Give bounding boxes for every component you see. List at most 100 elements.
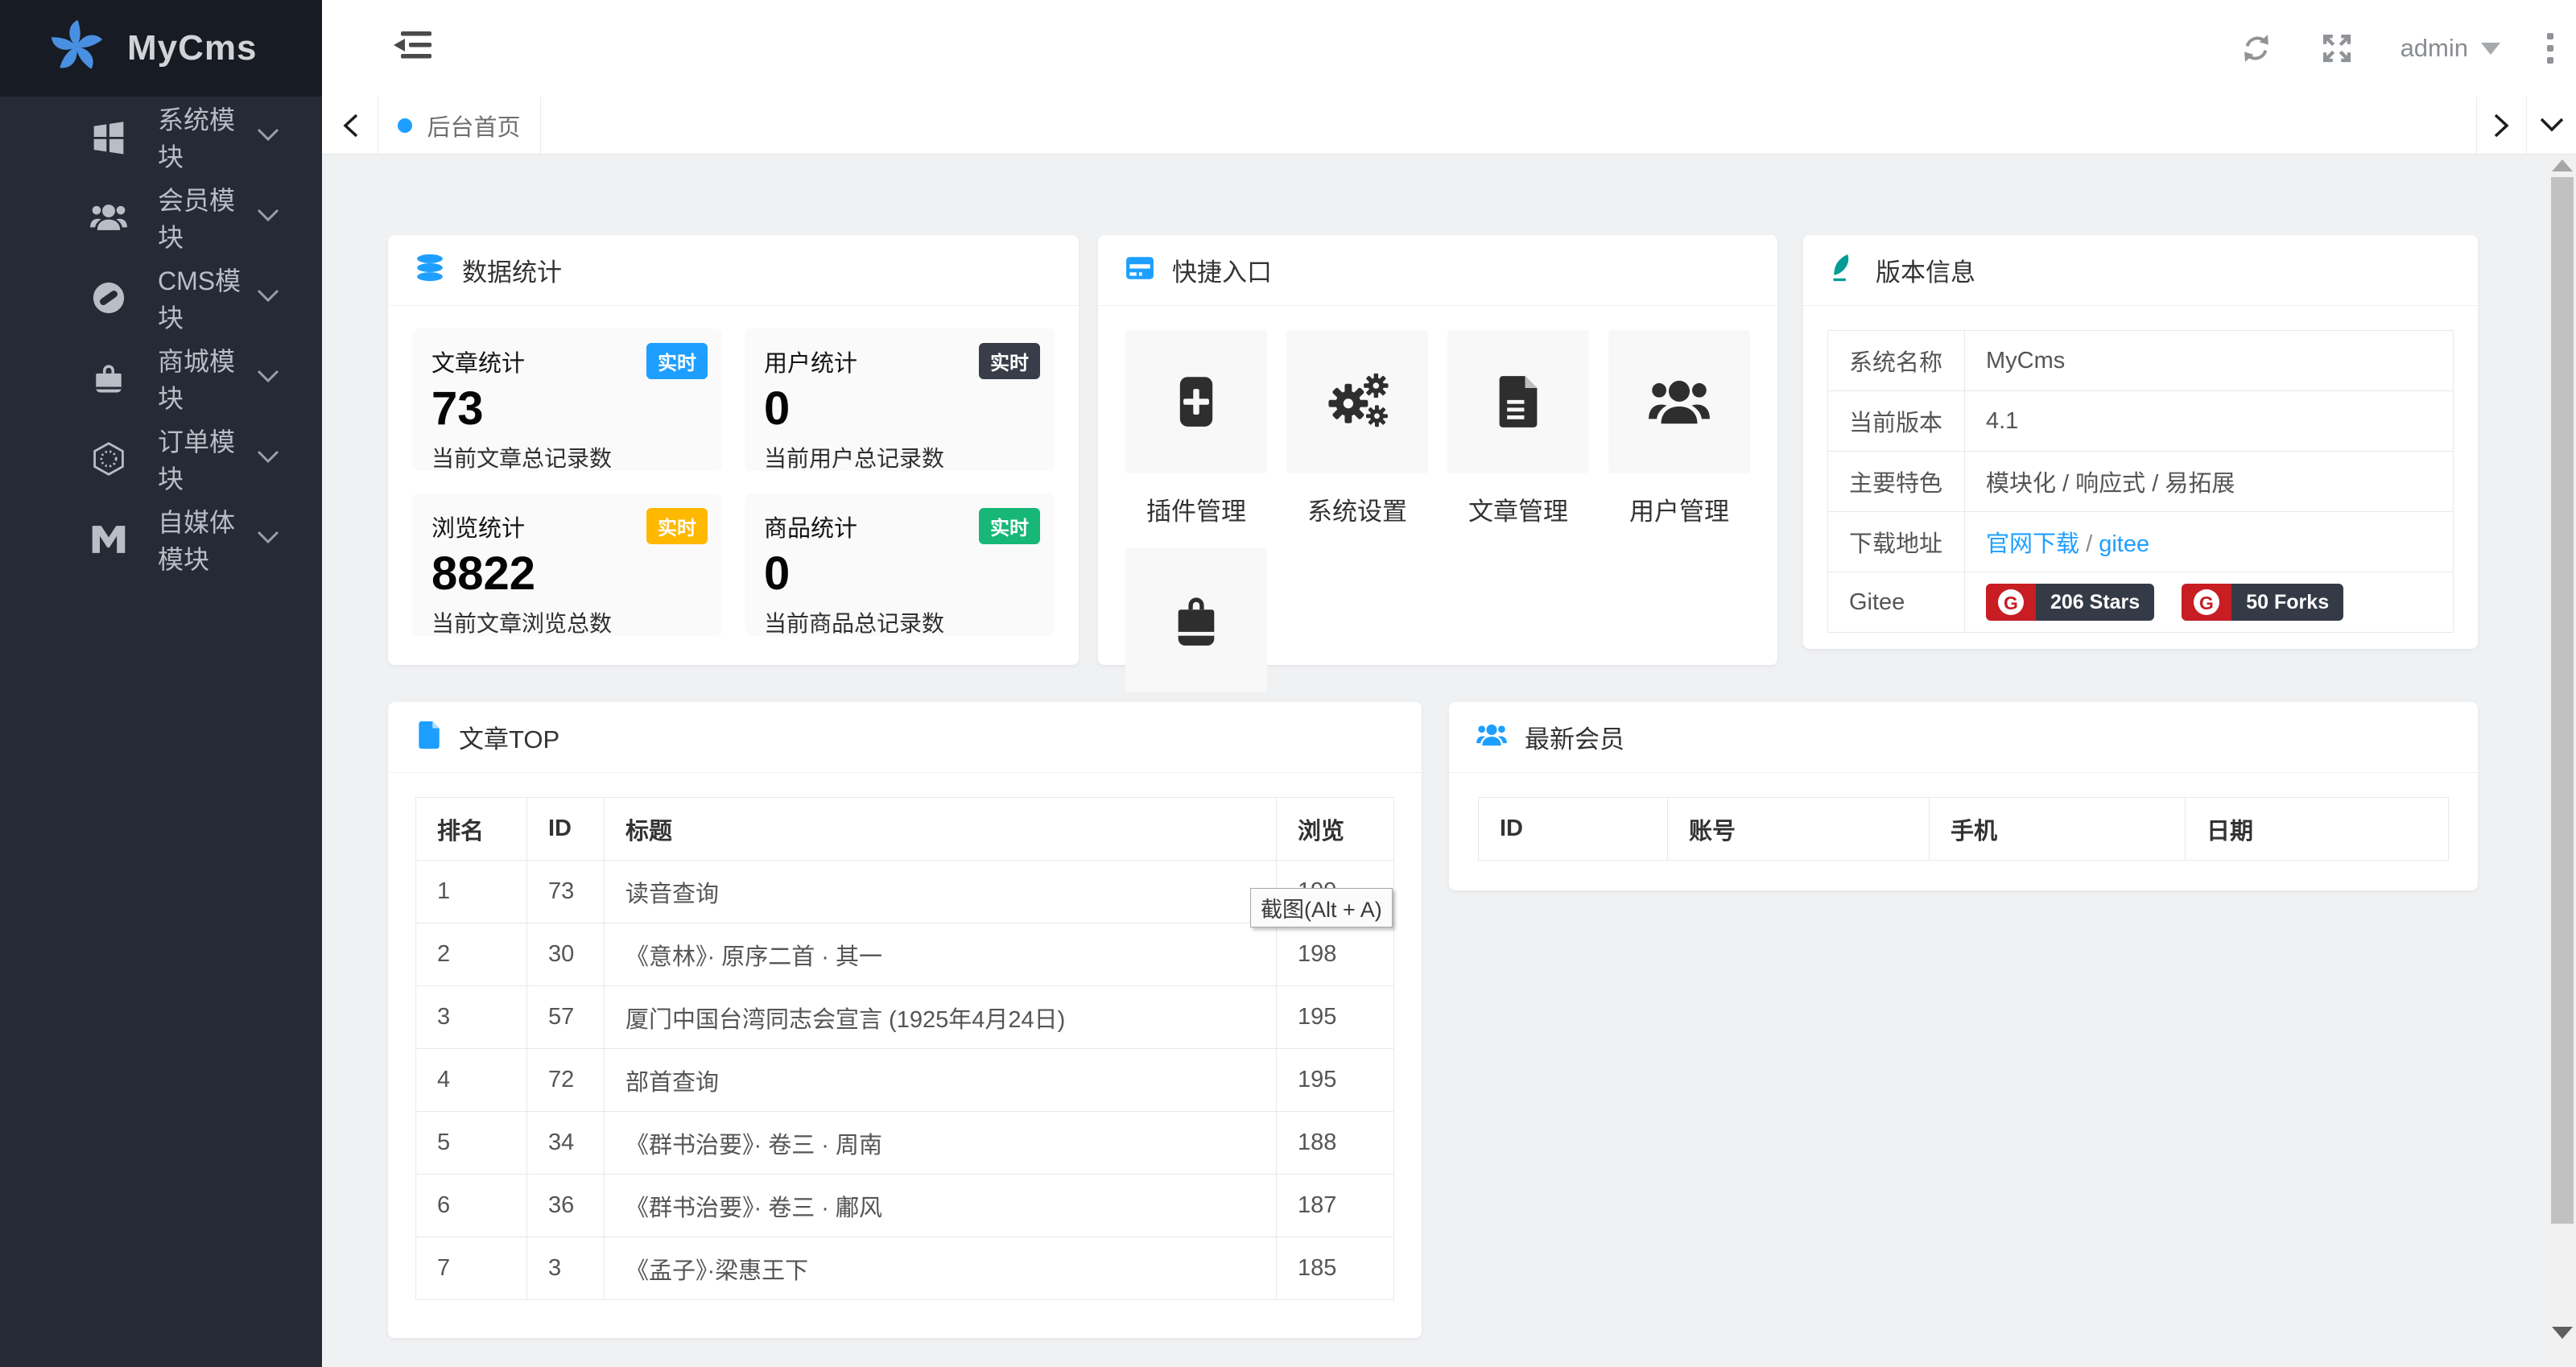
- scrollbar-thumb[interactable]: [2551, 177, 2574, 1224]
- stat-caption: 当前文章浏览总数: [431, 610, 613, 636]
- users-icon: [90, 199, 127, 236]
- table-row: 下载地址 官网下载 / gitee: [1827, 511, 2454, 572]
- column-header: ID: [526, 797, 605, 861]
- badge-text: 206 Stars: [2036, 584, 2155, 621]
- shortcut-articles[interactable]: 文章管理: [1447, 330, 1589, 527]
- main-content: 数据统计 文章统计 实时 73 当前文章总记录数 用户统计 实时 0 当前用户总…: [322, 155, 2576, 1367]
- shortcut-label: 插件管理: [1146, 498, 1246, 526]
- table-row: 3 57 厦门中国台湾同志会宣言 (1925年4月24日) 195: [415, 985, 1394, 1049]
- table-header-row: ID 账号 手机 日期: [1478, 797, 2449, 861]
- chevron-down-icon: [256, 288, 280, 308]
- order-hexagon-icon: [90, 440, 127, 477]
- screenshot-tooltip: 截图(Alt + A): [1250, 888, 1393, 927]
- version-row-label: 下载地址: [1827, 511, 1965, 572]
- column-header: 账号: [1667, 797, 1930, 861]
- chevron-down-icon: [256, 530, 280, 550]
- sidebar-item-members[interactable]: 会员模块: [0, 177, 322, 258]
- table-row: 当前版本 4.1: [1827, 390, 2454, 452]
- version-row-label: 系统名称: [1827, 330, 1965, 391]
- badge-text: 50 Forks: [2231, 584, 2344, 621]
- gears-icon: [1286, 330, 1428, 473]
- tabs-scroll-left-icon[interactable]: [322, 97, 378, 154]
- sidebar-item-system[interactable]: 系统模块: [0, 97, 322, 177]
- sidebar-item-label: 系统模块: [158, 105, 236, 171]
- table-row: 5 34 《群书治要》· 卷三 · 周南 188: [415, 1111, 1394, 1175]
- stat-views: 浏览统计 实时 8822 当前文章浏览总数: [412, 494, 722, 636]
- stat-articles: 文章统计 实时 73 当前文章总记录数: [412, 328, 722, 471]
- column-header: 手机: [1929, 797, 2186, 861]
- username: admin: [2400, 34, 2468, 62]
- gitee-stars-badge[interactable]: G 206 Stars: [1986, 584, 2155, 621]
- sidebar-item-shop[interactable]: 商城模块: [0, 338, 322, 419]
- more-options-icon[interactable]: [2547, 33, 2553, 64]
- table-row: Gitee G 206 Stars G 50 Forks: [1827, 572, 2454, 633]
- chevron-down-icon: [256, 369, 280, 389]
- scroll-up-arrow-icon[interactable]: [2552, 159, 2573, 171]
- fullscreen-icon[interactable]: [2320, 31, 2354, 65]
- version-row-value: 模块化 / 响应式 / 易拓展: [1964, 451, 2454, 512]
- stat-caption: 当前文章总记录数: [431, 445, 613, 471]
- gitee-link[interactable]: gitee: [2099, 531, 2149, 557]
- sidebar-item-label: 订单模块: [158, 427, 236, 494]
- database-icon: [415, 254, 444, 287]
- app-title: MyCms: [127, 28, 258, 68]
- medium-icon: [90, 521, 127, 558]
- refresh-icon[interactable]: [2240, 31, 2273, 65]
- stat-goods: 商品统计 实时 0 当前商品总记录数: [745, 494, 1055, 636]
- top-header: admin: [322, 0, 2576, 97]
- users-icon: [1476, 722, 1507, 752]
- shortcut-label: 用户管理: [1629, 498, 1729, 526]
- shopping-bag-icon: [1125, 548, 1267, 692]
- sidebar: MyCms 系统模块 会员模块 CMS模块 商城模块 订单模块 自媒体模块: [0, 0, 322, 1367]
- shortcut-settings[interactable]: 系统设置: [1286, 330, 1428, 527]
- plus-square-icon: [1125, 330, 1267, 473]
- official-download-link[interactable]: 官网下载: [1986, 531, 2079, 557]
- stat-users: 用户统计 实时 0 当前用户总记录数: [745, 328, 1055, 471]
- version-row-value: 4.1: [1964, 390, 2454, 452]
- sidebar-item-cms[interactable]: CMS模块: [0, 258, 322, 338]
- chevron-down-icon: [256, 449, 280, 469]
- gitee-badges: G 206 Stars G 50 Forks: [1964, 572, 2454, 633]
- sidebar-item-label: 会员模块: [158, 186, 236, 252]
- shortcut-plugins[interactable]: 插件管理: [1125, 330, 1267, 527]
- card-header: 快捷入口: [1098, 235, 1777, 306]
- sidebar-item-label: 自媒体模块: [158, 508, 236, 574]
- window-icon: [1125, 254, 1154, 287]
- scroll-down-arrow-icon[interactable]: [2552, 1327, 2573, 1339]
- tabs-scroll-right-icon[interactable]: [2476, 97, 2526, 154]
- table-row: 173 读音查询199: [415, 860, 1394, 923]
- card-header: 版本信息: [1803, 235, 2478, 306]
- table-row: 6 36 《群书治要》· 卷三 · 鄘风 187: [415, 1174, 1394, 1237]
- collapse-sidebar-icon[interactable]: [391, 29, 433, 64]
- shortcut-users[interactable]: 用户管理: [1608, 330, 1750, 527]
- tab-bar: 后台首页: [322, 97, 2576, 155]
- vertical-scrollbar[interactable]: [2549, 155, 2576, 1367]
- table-row: 2 30 《意林》· 原序二首 · 其一 198: [415, 923, 1394, 986]
- tab-label: 后台首页: [427, 114, 521, 141]
- column-header: 浏览: [1276, 797, 1394, 861]
- pinwheel-logo-icon: [47, 17, 106, 81]
- card-title: 版本信息: [1876, 258, 1975, 287]
- windows-icon: [90, 118, 127, 155]
- user-menu[interactable]: admin: [2401, 34, 2500, 63]
- table-row: 主要特色 模块化 / 响应式 / 易拓展: [1827, 451, 2454, 512]
- gitee-forks-badge[interactable]: G 50 Forks: [2182, 584, 2344, 621]
- card-latest-members: 最新会员 ID 账号 手机 日期: [1449, 702, 2478, 890]
- stats-grid: 文章统计 实时 73 当前文章总记录数 用户统计 实时 0 当前用户总记录数 浏…: [388, 306, 1079, 659]
- tab-home[interactable]: 后台首页: [378, 97, 541, 154]
- file-text-icon: [1447, 330, 1589, 473]
- card-header: 最新会员: [1449, 702, 2478, 773]
- sidebar-item-media[interactable]: 自媒体模块: [0, 499, 322, 580]
- card-article-top: 文章TOP 排名 ID 标题 浏览 173 读音查询199 230 《意林》· …: [388, 702, 1422, 1338]
- realtime-badge: 实时: [646, 508, 708, 544]
- table-header-row: 排名 ID 标题 浏览: [415, 797, 1394, 861]
- version-row-label: 当前版本: [1827, 390, 1965, 452]
- sidebar-item-orders[interactable]: 订单模块: [0, 419, 322, 499]
- app-logo[interactable]: MyCms: [0, 0, 322, 97]
- header-actions: admin: [2240, 0, 2553, 97]
- active-tab-dot: [398, 118, 413, 133]
- shopping-bag-icon: [90, 360, 127, 397]
- card-version-info: 版本信息 系统名称 MyCms 当前版本 4.1 主要特色 模块化 / 响应式 …: [1803, 235, 2478, 649]
- card-title: 文章TOP: [459, 725, 560, 754]
- tabs-menu-icon[interactable]: [2526, 97, 2576, 154]
